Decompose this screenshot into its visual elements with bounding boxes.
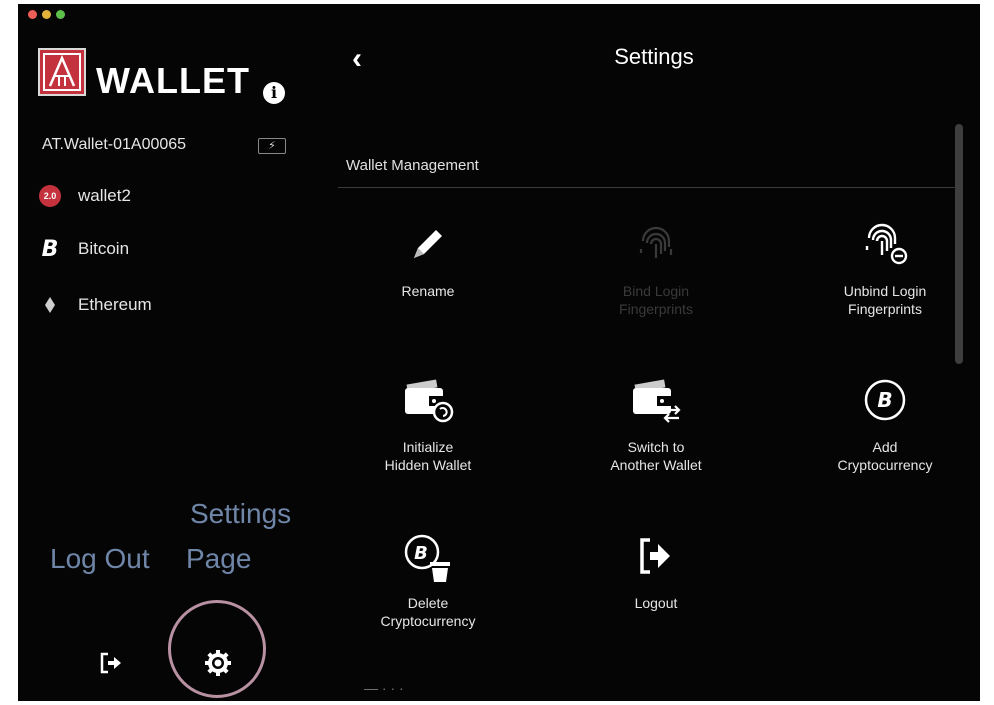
svg-text:B: B: [414, 543, 428, 564]
section-title: Wallet Management: [346, 157, 479, 174]
bitcoin-icon: B: [41, 236, 59, 262]
tile-switch-wallet[interactable]: Switch to Another Wallet: [556, 370, 756, 474]
tile-label: Add: [872, 439, 898, 455]
settings-panel: ‹ Settings Wallet Management Rename Bind…: [328, 4, 980, 701]
tile-label: Another Wallet: [610, 457, 702, 473]
sidebar-item-bitcoin[interactable]: B Bitcoin: [38, 236, 130, 262]
tile-rename[interactable]: Rename: [328, 214, 528, 300]
tile-initialize-hidden-wallet[interactable]: Initialize Hidden Wallet: [328, 370, 528, 474]
sidebar-item-label: wallet2: [78, 186, 131, 205]
logo-icon: [38, 48, 86, 96]
tile-label: Fingerprints: [619, 301, 693, 317]
pencil-icon: [328, 214, 528, 274]
screenshot-frame: WALLET i AT.Wallet-01A00065 ⚡ 2.0 wallet…: [0, 0, 994, 705]
svg-text:B: B: [877, 388, 892, 412]
tile-label: Initialize: [402, 439, 454, 455]
switch-wallet-icon: [556, 370, 756, 430]
logout-icon: [100, 652, 121, 674]
tile-logout[interactable]: Logout: [556, 526, 756, 612]
tile-unbind-fingerprints[interactable]: Unbind Login Fingerprints: [785, 214, 980, 318]
account-name: AT.Wallet-01A00065: [42, 136, 187, 153]
sidebar-item-label: Ethereum: [78, 295, 152, 314]
battery-icon: ⚡: [258, 138, 286, 154]
gear-icon: [205, 650, 231, 676]
tile-label: Cryptocurrency: [380, 613, 476, 629]
sidebar-item-wallet2[interactable]: 2.0 wallet2: [38, 184, 131, 208]
tile-label: Unbind Login: [843, 283, 927, 299]
tile-label: Logout: [634, 595, 678, 611]
delete-crypto-icon: B: [328, 526, 528, 586]
hidden-wallet-icon: [328, 370, 528, 430]
logout-button[interactable]: [94, 648, 128, 678]
tile-label: Switch to: [627, 439, 685, 455]
tile-label: Cryptocurrency: [837, 457, 933, 473]
add-crypto-icon: B: [785, 370, 980, 430]
info-icon[interactable]: i: [263, 82, 285, 104]
fingerprint-unbind-icon: [785, 214, 980, 274]
next-section-cutoff: — · · ·: [364, 680, 404, 696]
annotation-log-out: Log Out: [50, 543, 150, 574]
tile-label: Rename: [401, 283, 455, 299]
settings-button[interactable]: [201, 646, 235, 680]
section-divider: [338, 187, 958, 188]
tile-label: Hidden Wallet: [384, 457, 472, 473]
tile-label: Fingerprints: [848, 301, 922, 317]
ethereum-icon: [38, 293, 62, 317]
sidebar: WALLET i AT.Wallet-01A00065 ⚡ 2.0 wallet…: [18, 4, 328, 701]
logo-text: WALLET: [96, 60, 250, 101]
sidebar-item-ethereum[interactable]: Ethereum: [38, 293, 152, 317]
tile-delete-cryptocurrency[interactable]: B Delete Cryptocurrency: [328, 526, 528, 630]
sidebar-item-label: Bitcoin: [78, 239, 130, 258]
fingerprint-icon: [556, 214, 756, 274]
logout-icon: [556, 526, 756, 586]
tile-bind-fingerprints: Bind Login Fingerprints: [556, 214, 756, 318]
annotation-settings: Settings: [190, 498, 292, 529]
wallet2-icon: 2.0: [38, 184, 62, 208]
tile-label: Bind Login: [622, 283, 690, 299]
tile-label: Delete: [407, 595, 449, 611]
app-window: WALLET i AT.Wallet-01A00065 ⚡ 2.0 wallet…: [18, 4, 980, 701]
page-title: Settings: [614, 44, 694, 69]
tile-add-cryptocurrency[interactable]: B Add Cryptocurrency: [785, 370, 980, 474]
annotation-settings-page: Page: [186, 543, 252, 574]
